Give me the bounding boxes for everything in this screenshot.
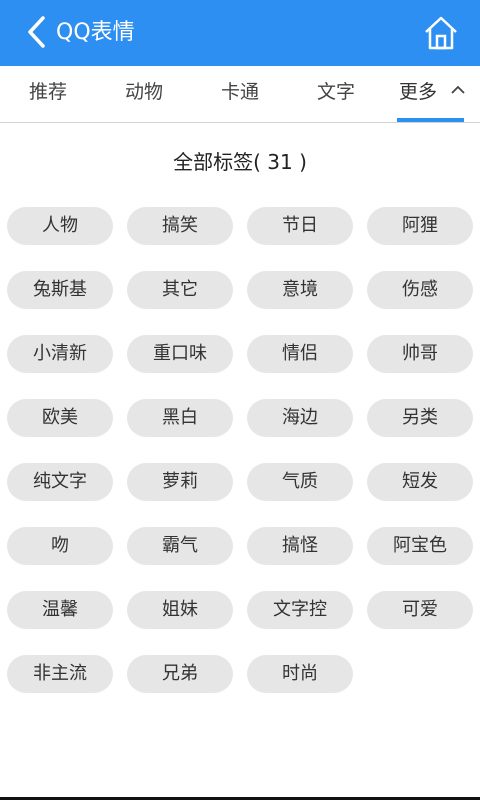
tag-chip[interactable]: 霸气 bbox=[127, 527, 233, 565]
tag-chip[interactable]: 阿宝色 bbox=[367, 527, 473, 565]
tag-chip[interactable]: 意境 bbox=[247, 271, 353, 309]
back-button[interactable] bbox=[18, 14, 54, 50]
tag-chip[interactable]: 短发 bbox=[367, 463, 473, 501]
tag-chip[interactable]: 小清新 bbox=[7, 335, 113, 373]
tab-more[interactable]: 更多 bbox=[384, 66, 480, 122]
tag-chip[interactable]: 欧美 bbox=[7, 399, 113, 437]
tab-label: 卡通 bbox=[220, 81, 259, 103]
tab-recommend[interactable]: 推荐 bbox=[0, 66, 96, 122]
tag-chip[interactable]: 时尚 bbox=[247, 655, 353, 693]
section-title: 全部标签( 31 ) bbox=[173, 150, 307, 174]
tag-chip[interactable]: 非主流 bbox=[7, 655, 113, 693]
tag-chip[interactable]: 可爱 bbox=[367, 591, 473, 629]
tag-chip[interactable]: 重口味 bbox=[127, 335, 233, 373]
tab-label: 推荐 bbox=[28, 81, 67, 103]
tag-chip[interactable]: 温馨 bbox=[7, 591, 113, 629]
category-tabs: 推荐 动物 卡通 文字 更多 bbox=[0, 66, 480, 123]
tag-chip[interactable]: 姐妹 bbox=[127, 591, 233, 629]
tab-text[interactable]: 文字 bbox=[288, 66, 384, 122]
tag-chip[interactable]: 兄弟 bbox=[127, 655, 233, 693]
chevron-up-icon bbox=[451, 85, 465, 94]
home-icon bbox=[425, 16, 457, 50]
tab-cartoon[interactable]: 卡通 bbox=[192, 66, 288, 122]
tag-chip[interactable]: 阿狸 bbox=[367, 207, 473, 245]
tag-chip[interactable]: 伤感 bbox=[367, 271, 473, 309]
tag-chip[interactable]: 搞笑 bbox=[127, 207, 233, 245]
tag-chip[interactable]: 情侣 bbox=[247, 335, 353, 373]
tag-chip[interactable]: 萝莉 bbox=[127, 463, 233, 501]
home-button[interactable] bbox=[422, 14, 460, 52]
tag-chip[interactable]: 帅哥 bbox=[367, 335, 473, 373]
page-title: QQ表情 bbox=[56, 20, 135, 45]
chevron-left-icon bbox=[28, 16, 45, 48]
tag-chip[interactable]: 文字控 bbox=[247, 591, 353, 629]
tab-label: 更多 bbox=[398, 81, 437, 103]
tag-grid: 人物 搞笑 节日 阿狸 兔斯基 其它 意境 伤感 小清新 重口味 情侣 帅哥 欧… bbox=[7, 207, 477, 693]
tag-chip[interactable]: 吻 bbox=[7, 527, 113, 565]
tag-chip[interactable]: 气质 bbox=[247, 463, 353, 501]
tag-chip[interactable]: 纯文字 bbox=[7, 463, 113, 501]
tag-chip[interactable]: 另类 bbox=[367, 399, 473, 437]
tag-chip[interactable]: 黑白 bbox=[127, 399, 233, 437]
tag-chip[interactable]: 节日 bbox=[247, 207, 353, 245]
tag-chip[interactable]: 兔斯基 bbox=[7, 271, 113, 309]
tab-animals[interactable]: 动物 bbox=[96, 66, 192, 122]
tag-chip[interactable]: 人物 bbox=[7, 207, 113, 245]
tag-chip[interactable]: 其它 bbox=[127, 271, 233, 309]
tag-chip[interactable]: 海边 bbox=[247, 399, 353, 437]
top-bar: QQ表情 bbox=[0, 0, 480, 66]
tab-label: 文字 bbox=[316, 81, 355, 103]
active-tab-indicator bbox=[397, 118, 464, 122]
tag-chip[interactable]: 搞怪 bbox=[247, 527, 353, 565]
tab-label: 动物 bbox=[124, 81, 163, 103]
